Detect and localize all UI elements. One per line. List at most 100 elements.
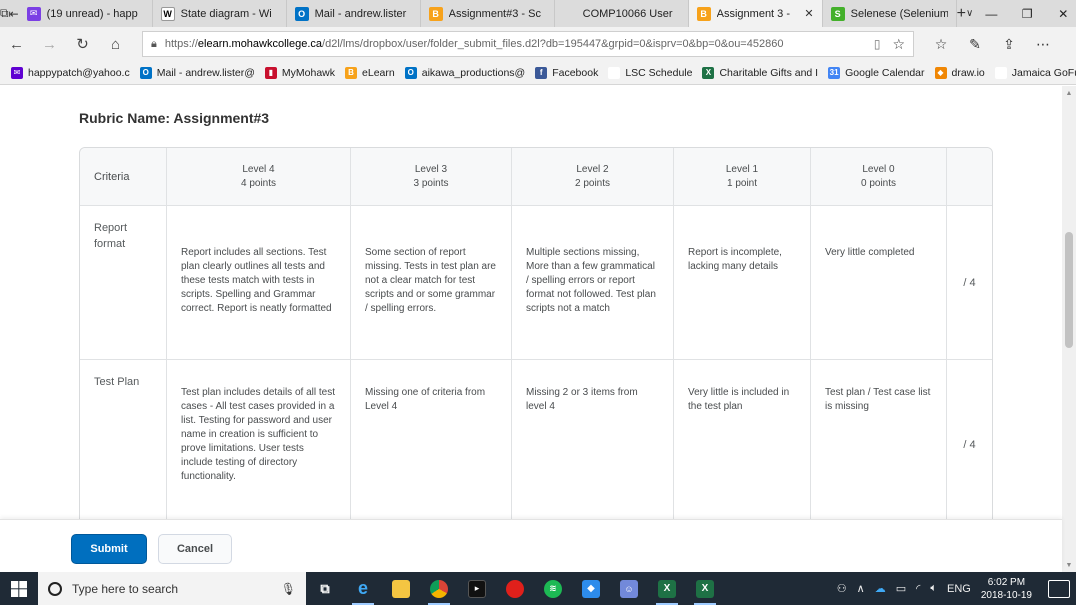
- taskbar-discord[interactable]: ☺: [610, 572, 648, 605]
- favorite-link[interactable]: 31 Google Calendar: [823, 66, 929, 79]
- browser-tab[interactable]: B Assignment 3 - ✕: [688, 0, 823, 27]
- rubric-level-cell[interactable]: Missing 2 or 3 items from level 4: [512, 360, 674, 519]
- favorite-link[interactable]: Oaikawa_productions@: [400, 66, 530, 79]
- edge-icon: e: [357, 578, 368, 598]
- scrollbar-thumb[interactable]: [1065, 232, 1073, 348]
- favorite-label: Google Calendar: [845, 66, 925, 79]
- favorite-link[interactable]: ▮ MyMohawk: [260, 66, 340, 79]
- browser-tab-strip: ⧉ ⇤ ✉ (19 unread) - happ W State diagram - …: [0, 0, 1076, 27]
- reading-view-icon[interactable]: ▯: [874, 37, 881, 51]
- microphone-icon[interactable]: 🎙︎: [281, 582, 296, 596]
- home-button[interactable]: ⌂: [99, 27, 132, 61]
- browser-tab[interactable]: B Assignment#3 - Sc: [421, 0, 555, 27]
- taskbar-file-explorer[interactable]: [382, 572, 420, 605]
- rubric-table: Criteria Level 44 points Level 33 points L…: [79, 147, 993, 519]
- rubric-level-cell[interactable]: Some section of report missing. Tests in…: [351, 206, 512, 360]
- tab-actions-icon[interactable]: ⧉: [0, 0, 9, 27]
- chrome-icon: [430, 579, 448, 598]
- set-tabs-aside-icon[interactable]: ⇤: [9, 0, 19, 27]
- restore-button[interactable]: ❐: [1009, 0, 1045, 27]
- taskbar-chrome[interactable]: [420, 572, 458, 605]
- favorite-label: Charitable Gifts and I: [719, 66, 819, 79]
- score-header: [947, 148, 992, 206]
- favorite-site-icon: 31: [828, 66, 841, 79]
- submit-button[interactable]: Submit: [71, 534, 147, 564]
- scroll-up-arrow-icon[interactable]: ▲: [1062, 86, 1076, 100]
- taskbar-spotify[interactable]: ≋: [534, 572, 572, 605]
- show-hidden-icons-chevron-icon[interactable]: ∧: [857, 582, 865, 595]
- favorite-label: Mail - andrew.lister@: [156, 66, 255, 79]
- browser-tab[interactable]: ✉ (19 unread) - happ: [19, 0, 153, 27]
- browser-tab[interactable]: O Mail - andrew.lister: [287, 0, 421, 27]
- minimize-button[interactable]: —: [973, 0, 1009, 27]
- level-name: Level 4: [242, 163, 275, 175]
- browser-navbar: ← → ↻ ⌂ 🔒︎ https://elearn.mohawkcollege.…: [0, 27, 1076, 61]
- level-name: Level 2: [576, 163, 609, 175]
- favorites-bar: ✉ happypatch@yahoo.c O Mail - andrew.lister…: [0, 61, 1076, 85]
- rubric-level-cell[interactable]: Very little completed: [811, 206, 947, 360]
- scroll-down-arrow-icon[interactable]: ▼: [1062, 558, 1076, 572]
- system-tray: ⚇ ∧ ☁ ▭ ◜ 🔈︎ ENG 6:02 PM 2018-10-19: [837, 576, 1076, 602]
- favorites-hub-icon[interactable]: ☆: [924, 36, 958, 53]
- rubric-level-cell[interactable]: Test plan / Test case list is missing: [811, 360, 947, 519]
- favorite-link[interactable]: ◆ draw.io: [930, 66, 990, 79]
- favorite-link[interactable]: f Facebook: [530, 66, 603, 79]
- taskbar-search-box[interactable]: Type here to search 🎙︎: [38, 572, 306, 605]
- level-name: Level 3: [414, 163, 448, 175]
- close-tab-icon[interactable]: ✕: [804, 7, 813, 20]
- close-window-button[interactable]: ✕: [1045, 0, 1076, 27]
- battery-icon[interactable]: ▭: [896, 582, 906, 595]
- taskbar-terminal[interactable]: ▸: [458, 572, 496, 605]
- pen-notes-icon[interactable]: ✎: [958, 36, 992, 53]
- level-header: Level 1 1 point: [674, 148, 811, 206]
- address-bar[interactable]: 🔒︎ https://elearn.mohawkcollege.ca/d2l/l…: [142, 31, 914, 57]
- favorite-link[interactable]: Jamaica GoFundMe: [990, 66, 1076, 79]
- back-button[interactable]: ←: [0, 27, 33, 61]
- volume-icon[interactable]: 🔈︎: [930, 582, 937, 595]
- cancel-button[interactable]: Cancel: [158, 534, 232, 564]
- browser-tab[interactable]: W State diagram - Wi: [153, 0, 287, 27]
- taskbar-excel-2[interactable]: X: [686, 572, 724, 605]
- tab-title: COMP10066 User: [582, 7, 673, 20]
- taskbar-app-red[interactable]: [496, 572, 534, 605]
- browser-tab[interactable]: COMP10066 User: [555, 0, 689, 27]
- favorite-link[interactable]: X Charitable Gifts and I: [697, 66, 823, 79]
- new-tab-button[interactable]: +: [957, 0, 966, 27]
- rubric-level-cell[interactable]: Test plan includes details of all test c…: [167, 360, 351, 519]
- rubric-level-cell[interactable]: Multiple sections missing, More than a f…: [512, 206, 674, 360]
- action-center-icon[interactable]: [1048, 579, 1070, 598]
- tab-title: Mail - andrew.lister: [314, 7, 407, 20]
- start-button[interactable]: [0, 572, 38, 605]
- favorite-link[interactable]: O Mail - andrew.lister@: [135, 66, 260, 79]
- rubric-level-cell[interactable]: Report includes all sections. Test plan …: [167, 206, 351, 360]
- favorite-link[interactable]: LSC Schedule: [603, 66, 697, 79]
- refresh-button[interactable]: ↻: [66, 27, 99, 61]
- tab-preview-chevron-icon[interactable]: ∨: [966, 0, 973, 27]
- share-icon[interactable]: ⇪: [992, 36, 1026, 53]
- onedrive-cloud-icon[interactable]: ☁: [875, 582, 886, 595]
- favorite-site-icon: X: [702, 66, 715, 79]
- url-path: /d2l/lms/dropbox/user/folder_submit_file…: [322, 38, 784, 50]
- language-indicator[interactable]: ENG: [947, 583, 971, 595]
- rubric-level-cell[interactable]: Missing one of criteria from Level 4: [351, 360, 512, 519]
- clock-time: 6:02 PM: [987, 576, 1026, 588]
- taskbar-edge[interactable]: e: [344, 572, 382, 605]
- forward-button[interactable]: →: [33, 27, 66, 61]
- browser-tab[interactable]: S Selenese (Selenium: [823, 0, 957, 27]
- level-header: Level 3 3 points: [351, 148, 512, 206]
- more-menu-icon[interactable]: ⋯: [1026, 36, 1060, 53]
- favorite-site-icon: O: [404, 66, 417, 79]
- wifi-icon[interactable]: ◜: [916, 582, 920, 595]
- taskbar-box-app[interactable]: ◆: [572, 572, 610, 605]
- favorite-star-icon[interactable]: ☆: [892, 36, 905, 53]
- taskbar-clock[interactable]: 6:02 PM 2018-10-19: [981, 576, 1032, 602]
- rubric-level-cell[interactable]: Very little is included in the test plan: [674, 360, 811, 519]
- rubric-level-cell[interactable]: Report is incomplete, lacking many detai…: [674, 206, 811, 360]
- taskbar-excel-1[interactable]: X: [648, 572, 686, 605]
- favorite-link[interactable]: BeLearn: [340, 66, 400, 79]
- favorite-site-icon: ▮: [264, 66, 277, 79]
- favorite-link[interactable]: ✉ happypatch@yahoo.c: [6, 66, 135, 79]
- people-icon[interactable]: ⚇: [837, 582, 847, 595]
- page-scrollbar[interactable]: ▲ ▼: [1062, 86, 1076, 572]
- task-view-button[interactable]: ⧉: [306, 572, 344, 605]
